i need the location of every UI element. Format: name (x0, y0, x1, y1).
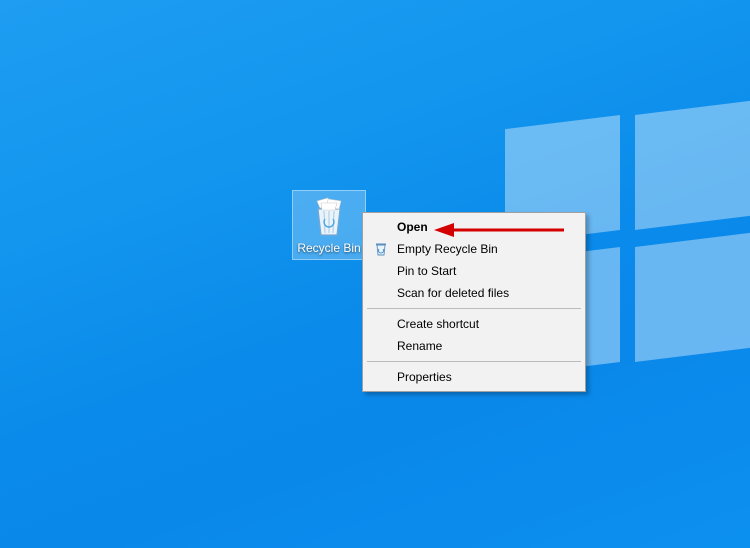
menu-separator (367, 308, 581, 309)
context-menu-item-label: Create shortcut (397, 317, 479, 331)
recycle-bin-full-icon (308, 195, 350, 237)
context-menu-item-label: Pin to Start (397, 264, 456, 278)
context-menu-item-label: Empty Recycle Bin (397, 242, 498, 256)
context-menu-item-label: Scan for deleted files (397, 286, 509, 300)
context-menu-rename[interactable]: Rename (365, 335, 583, 357)
recycle-bin-icon (373, 241, 389, 257)
menu-separator (367, 361, 581, 362)
context-menu-properties[interactable]: Properties (365, 366, 583, 388)
context-menu-create-shortcut[interactable]: Create shortcut (365, 313, 583, 335)
context-menu-scan-deleted[interactable]: Scan for deleted files (365, 282, 583, 304)
desktop[interactable]: Recycle Bin Open Empty Recycle Bin Pin t… (0, 0, 750, 548)
context-menu-item-label: Properties (397, 370, 452, 384)
context-menu-pin-to-start[interactable]: Pin to Start (365, 260, 583, 282)
desktop-icon-recycle-bin[interactable]: Recycle Bin (293, 191, 365, 259)
context-menu-open[interactable]: Open (365, 216, 583, 238)
desktop-icon-label: Recycle Bin (295, 241, 363, 257)
context-menu-item-label: Rename (397, 339, 442, 353)
context-menu: Open Empty Recycle Bin Pin to Start Scan… (362, 212, 586, 392)
context-menu-empty-recycle-bin[interactable]: Empty Recycle Bin (365, 238, 583, 260)
context-menu-item-label: Open (397, 220, 428, 234)
